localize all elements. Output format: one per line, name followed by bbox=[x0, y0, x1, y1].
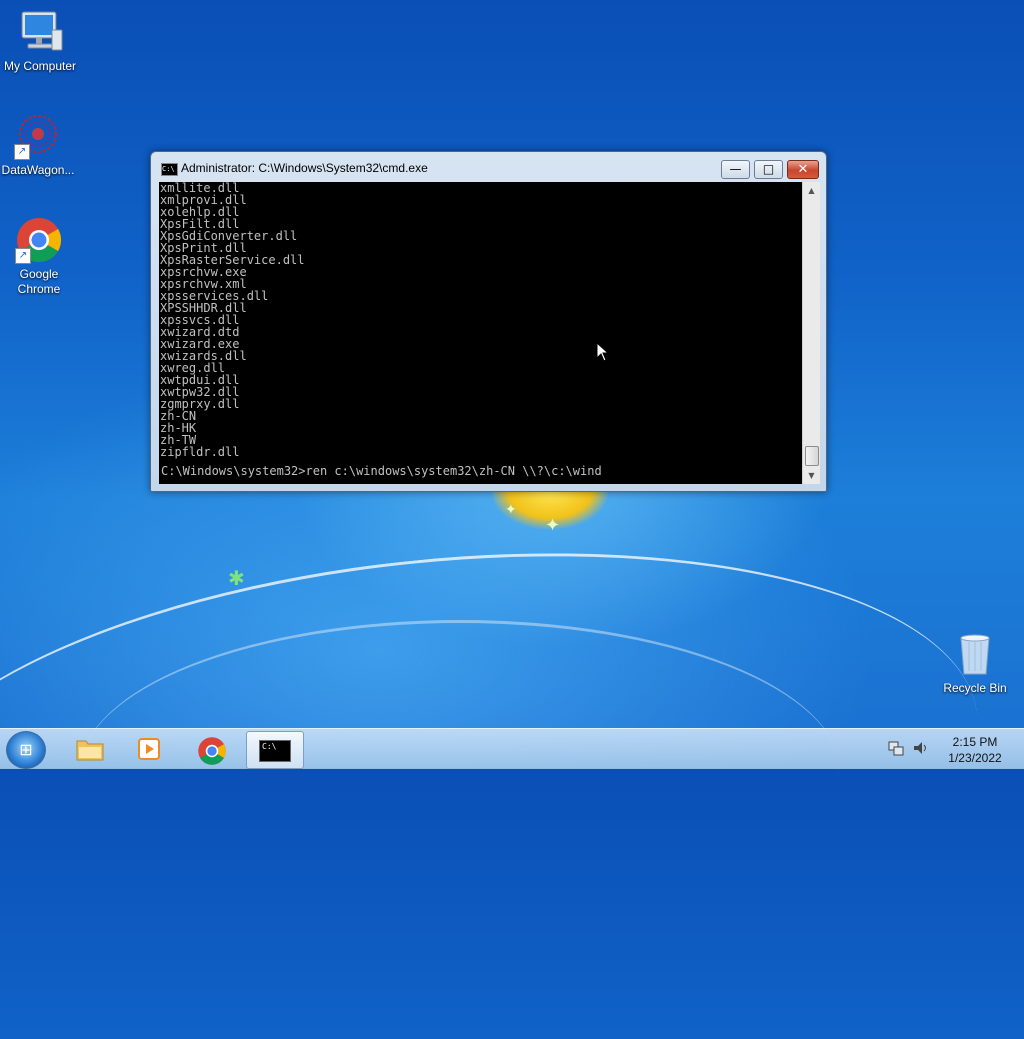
taskbar-chrome-button[interactable] bbox=[184, 731, 240, 767]
console-line: xpssvcs.dll bbox=[160, 313, 240, 327]
minimize-button[interactable]: — bbox=[721, 160, 750, 179]
console-line: zh-TW bbox=[160, 433, 197, 447]
taskbar: ⊞ C:\ 2:15 PM 1/23/2022 bbox=[0, 728, 1024, 769]
volume-icon[interactable] bbox=[912, 739, 930, 779]
network-icon[interactable] bbox=[888, 739, 906, 779]
clock[interactable]: 2:15 PM 1/23/2022 bbox=[930, 734, 1020, 774]
media-player-icon bbox=[122, 736, 178, 768]
console-line: zipfldr.dll bbox=[160, 445, 240, 459]
window-titlebar[interactable]: C:\ Administrator: C:\Windows\System32\c… bbox=[151, 152, 826, 182]
desktop-icon-google-chrome[interactable]: ↗ Google Chrome bbox=[0, 216, 79, 297]
clock-date: 1/23/2022 bbox=[948, 751, 1002, 765]
console-lines: xmllite.dll xmlprovi.dll xolehlp.dll XpsFil… bbox=[159, 182, 802, 458]
cmd-title-icon: C:\ bbox=[161, 163, 178, 176]
desktop-icon-label: DataWagon... bbox=[1, 163, 75, 177]
console-line: xwreg.dll bbox=[160, 361, 226, 375]
chrome-icon bbox=[184, 736, 240, 772]
folder-icon bbox=[62, 736, 118, 768]
console-line: xwizards.dll bbox=[160, 349, 247, 363]
start-button[interactable]: ⊞ bbox=[6, 731, 46, 769]
close-button[interactable]: ✕ bbox=[787, 160, 819, 179]
clock-time: 2:15 PM bbox=[952, 735, 998, 749]
desktop-icon-label: Recycle Bin bbox=[943, 681, 1007, 695]
console-line: zgmprxy.dll bbox=[160, 397, 240, 411]
console-line: xwizard.exe bbox=[160, 337, 240, 351]
sparkle-icon: ✦ bbox=[505, 502, 517, 518]
console-line: xpsservices.dll bbox=[160, 289, 269, 303]
desktop-icon-label: My Computer bbox=[3, 59, 77, 73]
desktop-icon-datawagon[interactable]: ↗ DataWagon... bbox=[0, 112, 78, 178]
scroll-up-arrow-icon[interactable]: ▲ bbox=[803, 182, 820, 199]
chrome-icon: ↗ bbox=[15, 216, 63, 264]
maximize-button[interactable]: □ bbox=[754, 160, 783, 179]
cmd-window[interactable]: C:\ Administrator: C:\Windows\System32\c… bbox=[150, 151, 827, 492]
sparkle-icon: ✱ bbox=[228, 566, 245, 590]
windows-logo-icon: ⊞ bbox=[19, 740, 33, 759]
console-line: XpsRasterService.dll bbox=[160, 253, 305, 267]
scroll-down-arrow-icon[interactable]: ▼ bbox=[803, 467, 820, 484]
maximize-icon: □ bbox=[762, 162, 775, 176]
computer-icon bbox=[16, 8, 64, 56]
recycle-bin-icon bbox=[951, 630, 999, 678]
console-output[interactable]: xmllite.dll xmlprovi.dll xolehlp.dll XpsFil… bbox=[159, 182, 802, 484]
desktop-icon-my-computer[interactable]: My Computer bbox=[0, 8, 80, 74]
console-line: XPSSHHDR.dll bbox=[160, 301, 247, 315]
datawagon-icon: ↗ bbox=[14, 112, 62, 160]
console-line: xmllite.dll bbox=[160, 182, 240, 195]
shortcut-arrow-icon: ↗ bbox=[14, 144, 30, 160]
console-line: xwtpw32.dll bbox=[160, 385, 240, 399]
window-title: Administrator: C:\Windows\System32\cmd.e… bbox=[181, 161, 428, 175]
console-line: zh-CN bbox=[160, 409, 197, 423]
close-icon: ✕ bbox=[797, 162, 809, 177]
console-line: XpsGdiConverter.dll bbox=[160, 229, 298, 243]
cmd-icon: C:\ bbox=[259, 740, 291, 762]
sparkle-icon: ✦ bbox=[545, 515, 561, 536]
console-line: xwtpdui.dll bbox=[160, 373, 240, 387]
taskbar-cmd-button[interactable]: C:\ bbox=[246, 731, 304, 769]
console-line: xmlprovi.dll bbox=[160, 193, 247, 207]
console-line: xpsrchvw.exe bbox=[160, 265, 247, 279]
scrollbar-thumb[interactable] bbox=[805, 446, 819, 466]
console-line: xolehlp.dll bbox=[160, 205, 240, 219]
console-line: xwizard.dtd bbox=[160, 325, 240, 339]
minimize-icon: — bbox=[729, 162, 742, 176]
taskbar-explorer-button[interactable] bbox=[62, 731, 118, 767]
taskbar-media-player-button[interactable] bbox=[122, 731, 178, 767]
command-prompt-line[interactable]: C:\Windows\system32>ren c:\windows\syste… bbox=[160, 465, 602, 477]
desktop-icon-recycle-bin[interactable]: Recycle Bin bbox=[935, 630, 1015, 696]
desktop-icon-label: Google Chrome bbox=[17, 267, 61, 296]
shortcut-arrow-icon: ↗ bbox=[15, 248, 31, 264]
console-line: zh-HK bbox=[160, 421, 197, 435]
vertical-scrollbar[interactable]: ▲ ▼ bbox=[802, 182, 820, 484]
